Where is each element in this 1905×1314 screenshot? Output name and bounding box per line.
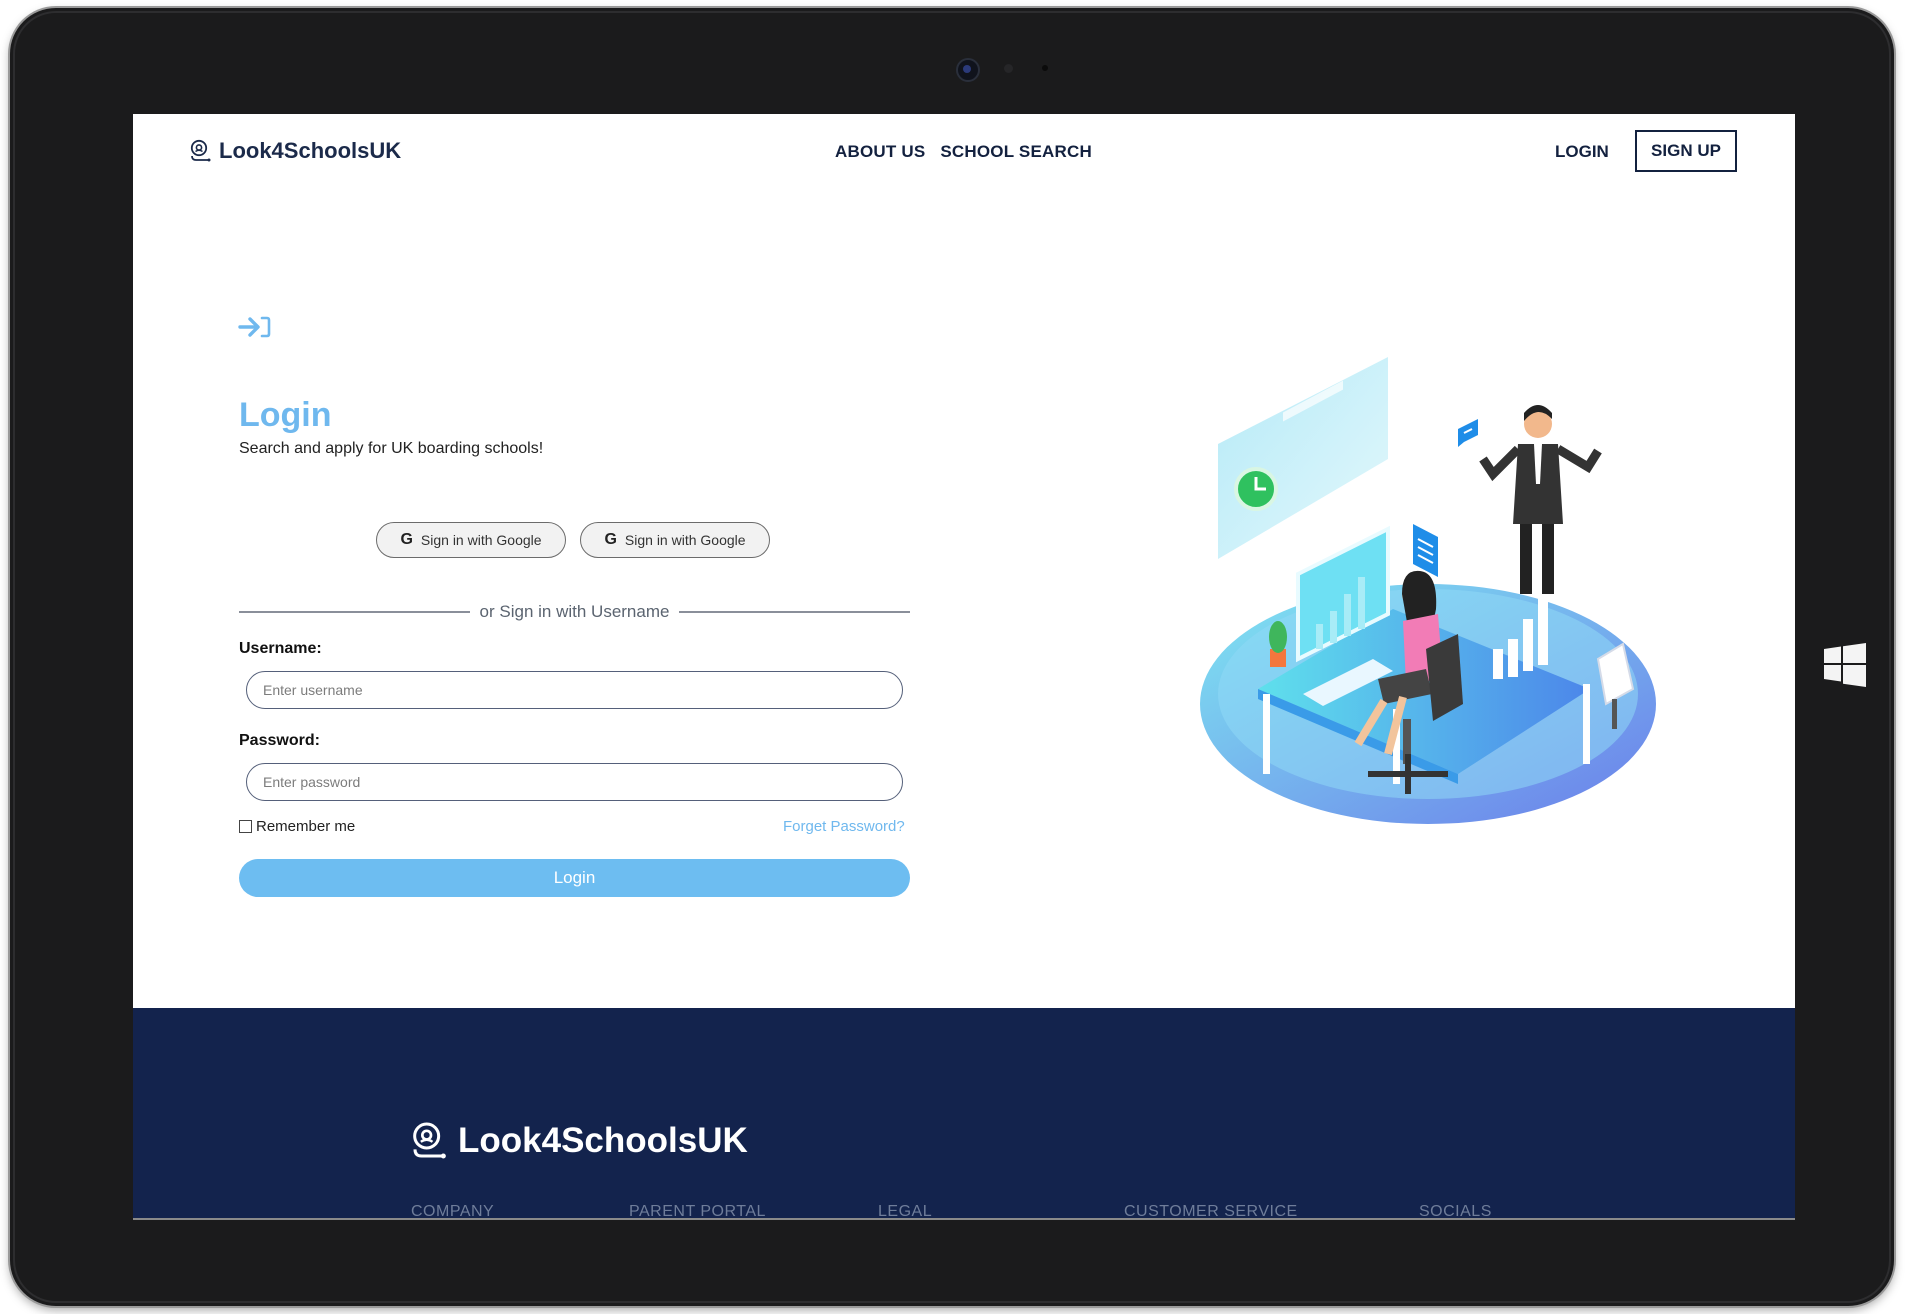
chat-bubble-icon: [1458, 419, 1478, 447]
nav-school-search[interactable]: SCHOOL SEARCH: [940, 142, 1092, 162]
browser-screen: Look4SchoolsUK ABOUT US SCHOOL SEARCH LO…: [133, 114, 1795, 1220]
login-subtitle: Search and apply for UK boarding schools…: [239, 440, 544, 457]
workspace-illustration: [1200, 349, 1656, 824]
pin-logo-icon: [413, 1122, 446, 1159]
nav-login-link[interactable]: LOGIN: [1555, 142, 1609, 162]
username-divider: or Sign in with Username: [239, 600, 911, 624]
password-label: Password:: [239, 732, 320, 749]
password-input[interactable]: [246, 763, 903, 801]
screen-bottom-edge: [133, 1218, 1795, 1220]
remember-me: Remember me: [239, 818, 355, 835]
remember-me-label: Remember me: [256, 818, 356, 835]
google-button-label: Sign in with Google: [420, 532, 542, 548]
sign-up-button[interactable]: SIGN UP: [1635, 130, 1737, 172]
forgot-password-link[interactable]: Forget Password?: [783, 818, 905, 835]
brand-name: Look4SchoolsUK: [219, 138, 402, 163]
standing-person: [1479, 405, 1602, 594]
sign-in-arrow-icon: [238, 316, 271, 338]
site-footer: Look4SchoolsUK COMPANY PARENT PORTAL LEG…: [133, 1008, 1795, 1220]
footer-logo[interactable]: Look4SchoolsUK: [410, 1121, 748, 1161]
plant-icon: [1269, 621, 1287, 667]
divider-line: [239, 611, 470, 613]
login-title: Login: [239, 396, 332, 434]
pin-logo-icon: [190, 139, 211, 162]
nav-about-us[interactable]: ABOUT US: [835, 142, 925, 162]
google-g-icon: G: [604, 531, 617, 548]
camera-icon: [956, 58, 980, 82]
google-sign-in-button[interactable]: G Sign in with Google: [376, 522, 566, 558]
divider-line: [679, 611, 911, 613]
footer-brand-name: Look4SchoolsUK: [458, 1121, 748, 1160]
google-sign-in-button-2[interactable]: G Sign in with Google: [580, 522, 770, 558]
nav-links: ABOUT US SCHOOL SEARCH: [835, 142, 1092, 162]
remember-me-checkbox[interactable]: [239, 820, 252, 833]
google-g-icon: G: [400, 531, 413, 548]
username-input[interactable]: [246, 671, 903, 709]
divider-text: or Sign in with Username: [479, 602, 670, 621]
top-nav: Look4SchoolsUK ABOUT US SCHOOL SEARCH LO…: [133, 114, 1795, 190]
username-label: Username:: [239, 640, 322, 657]
google-button-label: Sign in with Google: [624, 532, 746, 548]
tablet-frame: Look4SchoolsUK ABOUT US SCHOOL SEARCH LO…: [10, 8, 1894, 1306]
camera-sensor-icon: [1004, 64, 1013, 73]
header-logo[interactable]: Look4SchoolsUK: [189, 138, 401, 164]
windows-logo-icon[interactable]: [1822, 642, 1868, 688]
login-submit-button[interactable]: Login: [239, 859, 910, 897]
camera-light-icon: [1042, 65, 1048, 71]
